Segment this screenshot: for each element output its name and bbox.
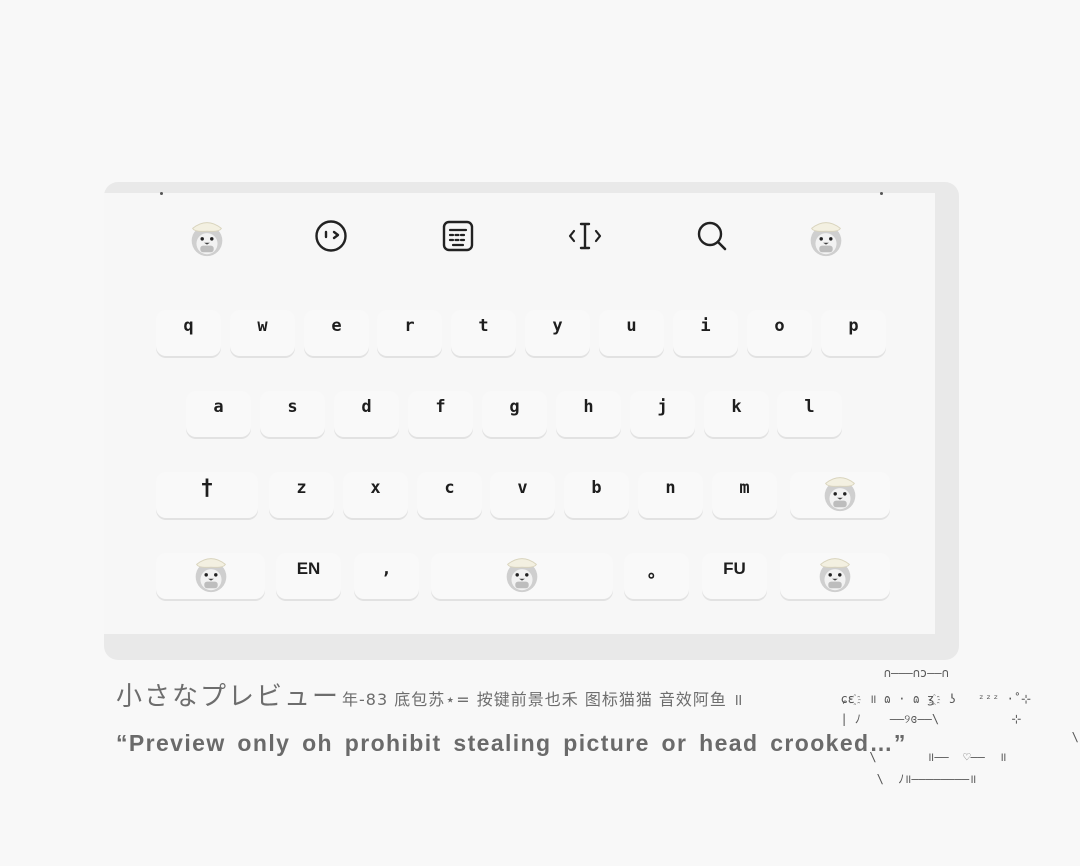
key-label: x	[370, 478, 381, 498]
key-label: t	[478, 316, 489, 336]
key-s[interactable]: s	[260, 391, 325, 437]
key-label: EN	[296, 559, 321, 578]
key-r[interactable]: r	[377, 310, 442, 356]
key-m[interactable]: m	[712, 472, 777, 518]
key-label: l	[804, 397, 815, 417]
emoji-face-icon[interactable]	[307, 213, 355, 259]
key-label: 。	[648, 561, 665, 582]
penguin-icon	[188, 549, 234, 595]
key-c[interactable]: c	[417, 472, 482, 518]
corner-dot	[160, 192, 163, 195]
key-label: w	[257, 316, 268, 336]
key-f[interactable]: f	[408, 391, 473, 437]
fu-key[interactable]: FU	[702, 553, 767, 599]
key-u[interactable]: u	[599, 310, 664, 356]
ascii-line: ∩———∩ɔ——∩	[826, 666, 949, 680]
preview-title: 小さなプレビュー	[116, 682, 341, 712]
key-label: h	[583, 397, 594, 417]
key-p[interactable]: p	[821, 310, 886, 356]
keyboard-panel-icon[interactable]	[434, 213, 482, 259]
symbol-key[interactable]	[156, 553, 265, 599]
search-icon[interactable]	[688, 213, 736, 259]
key-i[interactable]: i	[673, 310, 738, 356]
key-label: s	[287, 397, 298, 417]
key-d[interactable]: d	[334, 391, 399, 437]
key-o[interactable]: o	[747, 310, 812, 356]
text-cursor-icon[interactable]	[561, 213, 609, 259]
preview-credits: 年-83 底包苏⋆= 按键前景也禾 图标猫猫 音效阿鱼 ॥	[342, 690, 744, 709]
key-label: ,	[381, 559, 392, 579]
corner-dot	[880, 192, 883, 195]
comma-key[interactable]: ,	[354, 553, 419, 599]
key-label: a	[213, 397, 224, 417]
key-label: d	[361, 397, 372, 417]
key-label: f	[435, 397, 446, 417]
preview-header: 小さなプレビュー 年-83 底包苏⋆= 按键前景也禾 图标猫猫 音效阿鱼 ॥	[116, 676, 744, 713]
key-label: k	[731, 397, 742, 417]
key-label: †	[200, 475, 214, 501]
key-g[interactable]: g	[482, 391, 547, 437]
ascii-line: \ ﾉ॥————————॥	[826, 772, 977, 786]
key-y[interactable]: y	[525, 310, 590, 356]
key-z[interactable]: z	[269, 472, 334, 518]
preview-subtitle: “Preview only oh prohibit stealing pictu…	[116, 730, 907, 756]
penguin-icon	[497, 549, 547, 595]
key-a[interactable]: a	[186, 391, 251, 437]
key-label: c	[444, 478, 455, 498]
penguin-icon[interactable]	[802, 213, 850, 259]
backspace-key[interactable]	[790, 472, 890, 518]
key-label: m	[739, 478, 750, 498]
enter-key[interactable]	[780, 553, 890, 599]
key-label: p	[848, 316, 859, 336]
key-label: o	[774, 316, 785, 336]
key-label: v	[517, 478, 528, 498]
language-key[interactable]: EN	[276, 553, 341, 599]
ascii-art-decoration: ∩———∩ɔ——∩ ɕɛ҈ ॥ ɷ · ɷ ʒ҈ ʖ ᶻᶻᶻ ·˚⊹ | ﾉ —…	[826, 660, 1078, 810]
key-label: r	[404, 316, 415, 336]
key-e[interactable]: e	[304, 310, 369, 356]
key-label: e	[331, 316, 342, 336]
key-label: b	[591, 478, 602, 498]
key-label: g	[509, 397, 520, 417]
key-label: q	[183, 316, 194, 336]
key-t[interactable]: t	[451, 310, 516, 356]
key-label: i	[700, 316, 711, 336]
shift-key[interactable]: †	[156, 472, 258, 518]
key-x[interactable]: x	[343, 472, 408, 518]
key-q[interactable]: q	[156, 310, 221, 356]
key-b[interactable]: b	[564, 472, 629, 518]
key-k[interactable]: k	[704, 391, 769, 437]
penguin-icon	[812, 549, 858, 595]
period-key[interactable]: 。	[624, 553, 689, 599]
key-j[interactable]: j	[630, 391, 695, 437]
key-w[interactable]: w	[230, 310, 295, 356]
key-label: u	[626, 316, 637, 336]
space-key[interactable]	[431, 553, 613, 599]
key-label: z	[296, 478, 307, 498]
penguin-icon	[817, 468, 863, 514]
key-label: y	[552, 316, 563, 336]
key-l[interactable]: l	[777, 391, 842, 437]
key-n[interactable]: n	[638, 472, 703, 518]
penguin-icon[interactable]	[183, 213, 231, 259]
key-label: n	[665, 478, 676, 498]
key-label: j	[657, 397, 668, 417]
key-label: FU	[723, 559, 746, 578]
key-v[interactable]: v	[490, 472, 555, 518]
key-h[interactable]: h	[556, 391, 621, 437]
